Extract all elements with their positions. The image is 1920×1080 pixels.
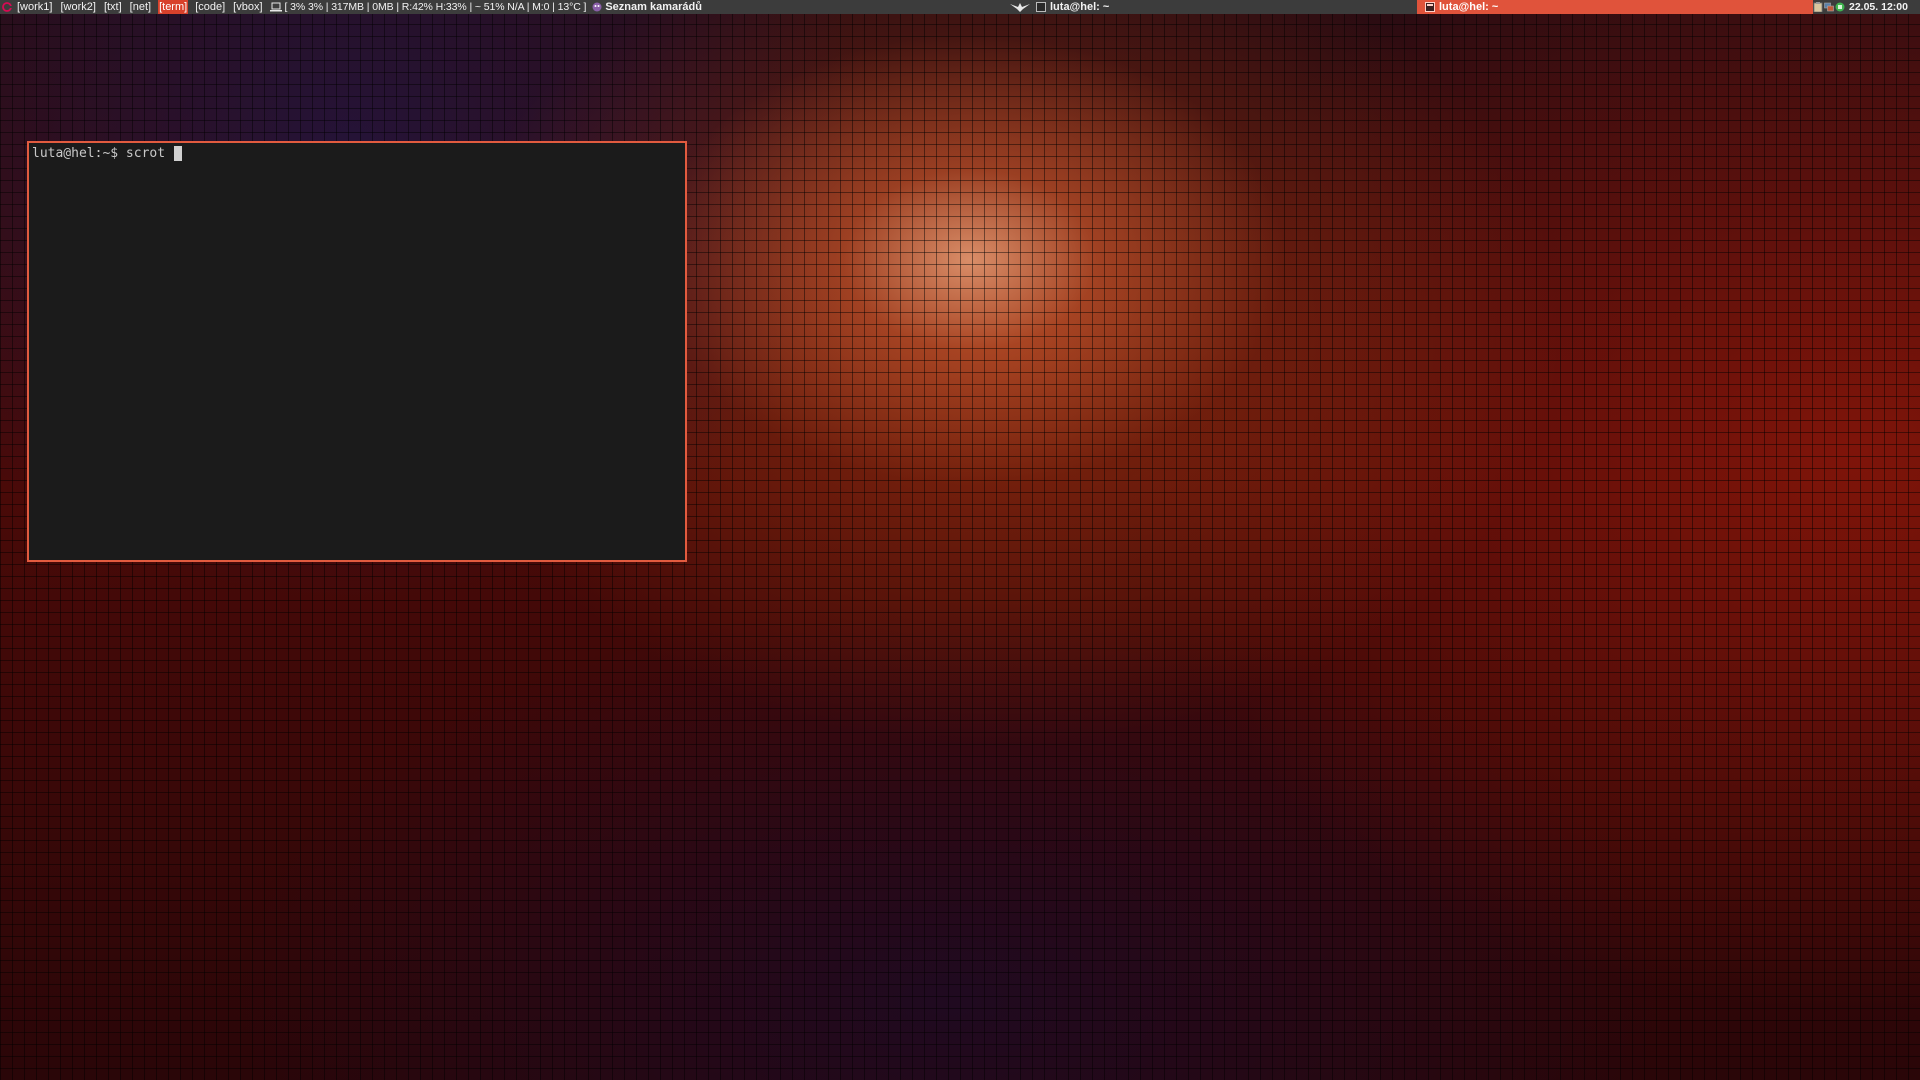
bird-icon xyxy=(1010,3,1030,12)
top-panel: [work1] [work2] [txt] [net] [term] [code… xyxy=(0,0,1920,14)
terminal-window[interactable]: luta@hel:~$ scrot xyxy=(27,141,687,562)
network-icon[interactable] xyxy=(1824,2,1834,12)
battery-icon[interactable] xyxy=(1835,2,1845,12)
typed-command: scrot xyxy=(125,146,173,161)
workspace-work1[interactable]: [work1] xyxy=(16,0,53,14)
active-window-tab[interactable]: luta@hel: ~ xyxy=(1417,0,1813,14)
workspace-txt[interactable]: [txt] xyxy=(103,0,123,14)
text-cursor xyxy=(173,146,182,161)
center-title-label: luta@hel: ~ xyxy=(1050,1,1110,13)
workspace-vbox[interactable]: [vbox] xyxy=(232,0,263,14)
active-window-title: luta@hel: ~ xyxy=(1439,1,1499,13)
laptop-icon xyxy=(269,2,282,12)
system-stats: [ 3% 3% | 317MB | 0MB | R:42% H:33% | ~ … xyxy=(284,1,587,13)
workspace-term[interactable]: [term] xyxy=(158,0,189,14)
system-tray: 22.05. 12:00 xyxy=(1813,0,1920,14)
clock[interactable]: 22.05. 12:00 xyxy=(1849,0,1908,14)
buddy-list-title[interactable]: Seznam kamarádů xyxy=(605,0,702,14)
clipboard-icon[interactable] xyxy=(1813,2,1823,12)
pidgin-icon[interactable] xyxy=(592,2,602,12)
debian-swirl-icon[interactable] xyxy=(2,2,12,12)
terminal-icon xyxy=(1425,2,1435,12)
terminal-icon xyxy=(1036,2,1046,12)
workspace-bar: [work1] [work2] [txt] [net] [term] [code… xyxy=(0,0,702,14)
terminal-content[interactable]: luta@hel:~$ scrot xyxy=(32,145,182,162)
workspace-work2[interactable]: [work2] xyxy=(59,0,96,14)
workspace-net[interactable]: [net] xyxy=(129,0,152,14)
workspace-code[interactable]: [code] xyxy=(194,0,226,14)
shell-prompt: luta@hel:~$ xyxy=(32,146,126,161)
center-window-title[interactable]: luta@hel: ~ xyxy=(1008,0,1109,14)
